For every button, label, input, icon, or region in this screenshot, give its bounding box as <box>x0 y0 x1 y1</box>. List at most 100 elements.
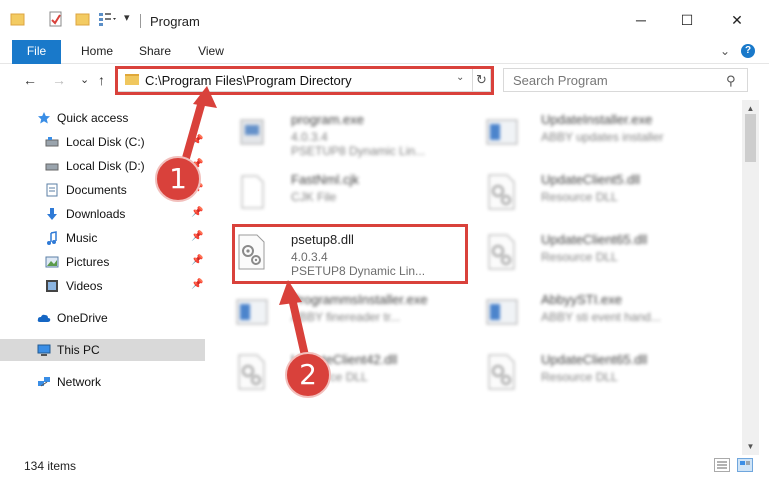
recent-locations-button[interactable]: ⌄ <box>80 73 89 86</box>
tab-view[interactable]: View <box>190 40 232 64</box>
file-type: CJK File <box>291 190 337 204</box>
sidebar-item-label: Music <box>66 231 98 245</box>
sidebar-item-downloads[interactable]: Downloads 📌 <box>0 203 205 225</box>
sidebar-item-label: Quick access <box>57 111 129 125</box>
details-view-icon[interactable] <box>714 458 730 472</box>
minimize-button[interactable]: ─ <box>618 0 664 40</box>
file-item-updateclient65-dll[interactable]: UpdateClient65.dll Resource DLL <box>475 224 715 280</box>
drive-icon <box>45 137 59 147</box>
music-icon <box>47 231 57 245</box>
pictures-icon <box>45 256 59 268</box>
pin-icon[interactable]: 📌 <box>191 207 203 218</box>
ribbon-tabs: File Home Share View ⌄ <box>0 40 769 64</box>
file-name: UpdateClient5.dll <box>541 172 641 187</box>
file-version: 4.0.3.4 <box>291 130 328 144</box>
file-item-updateclient42-dll[interactable]: UpdateClient42.dll Resource DLL <box>225 344 465 400</box>
file-icon <box>241 175 264 209</box>
installer-icon <box>486 119 518 145</box>
sidebar-item-label: OneDrive <box>57 311 108 325</box>
step-2-badge: 2 <box>285 352 331 398</box>
forward-button[interactable]: → <box>52 72 66 88</box>
title-bar: ▾ Program ─ ☐ ✕ <box>0 0 769 40</box>
file-name: UpdateInstaller.exe <box>541 112 653 127</box>
pin-icon[interactable]: 📌 <box>191 279 203 290</box>
drive-icon <box>45 163 59 171</box>
maximize-button[interactable]: ☐ <box>664 0 710 40</box>
window-title: Program <box>150 14 200 29</box>
file-description: ABBY updates installer <box>541 130 664 144</box>
pin-icon[interactable]: 📌 <box>191 255 203 266</box>
file-item-fastnml-cjk[interactable]: FastNml.cjk CJK File <box>225 164 465 220</box>
properties-icon[interactable] <box>48 11 64 27</box>
exe-icon <box>240 119 264 145</box>
installer-icon <box>236 299 268 325</box>
sidebar-item-label: Network <box>57 375 102 389</box>
view-icon[interactable] <box>98 11 116 27</box>
sidebar-item-pictures[interactable]: Pictures 📌 <box>0 251 205 273</box>
file-item-updateclient65-dll-2[interactable]: UpdateClient65.dll Resource DLL <box>475 344 715 400</box>
search-input[interactable]: Search Program <box>513 73 608 88</box>
dll-icon <box>488 234 515 270</box>
sidebar-item-network[interactable]: Network <box>0 371 205 393</box>
search-box[interactable]: Search Program ⚲ <box>503 68 748 92</box>
status-bar: 134 items <box>0 455 769 477</box>
sidebar-item-videos[interactable]: Videos 📌 <box>0 275 205 297</box>
star-icon <box>38 112 50 124</box>
file-item-updateinstaller-exe[interactable]: UpdateInstaller.exe ABBY updates install… <box>475 104 715 160</box>
sidebar-item-music[interactable]: Music 📌 <box>0 227 205 249</box>
tiles-view-icon[interactable] <box>737 458 753 472</box>
sidebar-item-quick-access[interactable]: Quick access <box>0 107 205 129</box>
file-type: Resource DLL <box>541 370 618 384</box>
dll-icon <box>488 354 515 390</box>
folder-icon[interactable] <box>10 11 26 27</box>
scroll-down-icon[interactable]: ▼ <box>742 438 759 455</box>
file-highlight-box <box>232 224 468 284</box>
expand-ribbon-icon[interactable]: ⌄ <box>720 44 730 58</box>
file-description: ABBY sti event hand... <box>541 310 661 324</box>
close-button[interactable]: ✕ <box>714 0 760 40</box>
up-button[interactable]: ↑ <box>98 72 105 88</box>
file-item-updateclient5-dll[interactable]: UpdateClient5.dll Resource DLL <box>475 164 715 220</box>
sidebar-item-local-disk-c[interactable]: Local Disk (C:) 📌 <box>0 131 205 153</box>
new-folder-icon[interactable] <box>75 11 91 27</box>
computer-icon <box>37 344 51 356</box>
sidebar-item-onedrive[interactable]: OneDrive <box>0 307 205 329</box>
file-name: UpdateClient65.dll <box>541 232 648 247</box>
pin-icon[interactable]: 📌 <box>191 135 203 146</box>
installer-icon <box>486 299 518 325</box>
sidebar-item-label: Downloads <box>66 207 126 221</box>
videos-icon <box>46 280 58 292</box>
sidebar-item-label: Pictures <box>66 255 110 269</box>
help-icon[interactable]: ? <box>741 44 755 58</box>
file-description: PSETUP8 Dynamic Lin... <box>291 144 426 158</box>
vertical-scrollbar[interactable]: ▲ ▼ <box>742 100 759 455</box>
file-item-programmsinstaller-exe[interactable]: ProgrammsInstaller.exe ABBY finereader t… <box>225 284 465 340</box>
sidebar-item-label: Videos <box>66 279 103 293</box>
sidebar-item-label: Local Disk (C:) <box>66 135 145 149</box>
cloud-icon <box>37 314 51 322</box>
documents-icon <box>46 183 58 197</box>
file-item-program-exe[interactable]: program.exe 4.0.3.4 PSETUP8 Dynamic Lin.… <box>225 104 465 160</box>
file-name: AbbyySTI.exe <box>541 292 622 307</box>
pin-icon[interactable]: 📌 <box>191 231 203 242</box>
item-count: 134 items <box>24 459 77 473</box>
sidebar-item-this-pc[interactable]: This PC <box>0 339 205 361</box>
file-name: FastNml.cjk <box>291 172 359 187</box>
tab-share[interactable]: Share <box>132 40 178 64</box>
file-item-abbyysti-exe[interactable]: AbbyySTI.exe ABBY sti event hand... <box>475 284 715 340</box>
dll-icon <box>488 174 515 210</box>
file-name: ProgrammsInstaller.exe <box>291 292 428 307</box>
file-type: Resource DLL <box>541 190 618 204</box>
sidebar-item-label: Documents <box>66 183 127 197</box>
customize-toolbar-icon[interactable]: ▾ <box>124 11 140 27</box>
dll-icon <box>238 354 265 390</box>
search-icon[interactable]: ⚲ <box>726 73 736 89</box>
file-type: Resource DLL <box>541 250 618 264</box>
file-name: program.exe <box>291 112 364 127</box>
back-button[interactable]: ← <box>23 72 37 88</box>
address-highlight-box <box>115 66 494 95</box>
tab-home[interactable]: Home <box>74 40 120 64</box>
scroll-thumb[interactable] <box>745 114 756 162</box>
tab-file[interactable]: File <box>12 40 61 64</box>
file-name: UpdateClient65.dll <box>541 352 648 367</box>
